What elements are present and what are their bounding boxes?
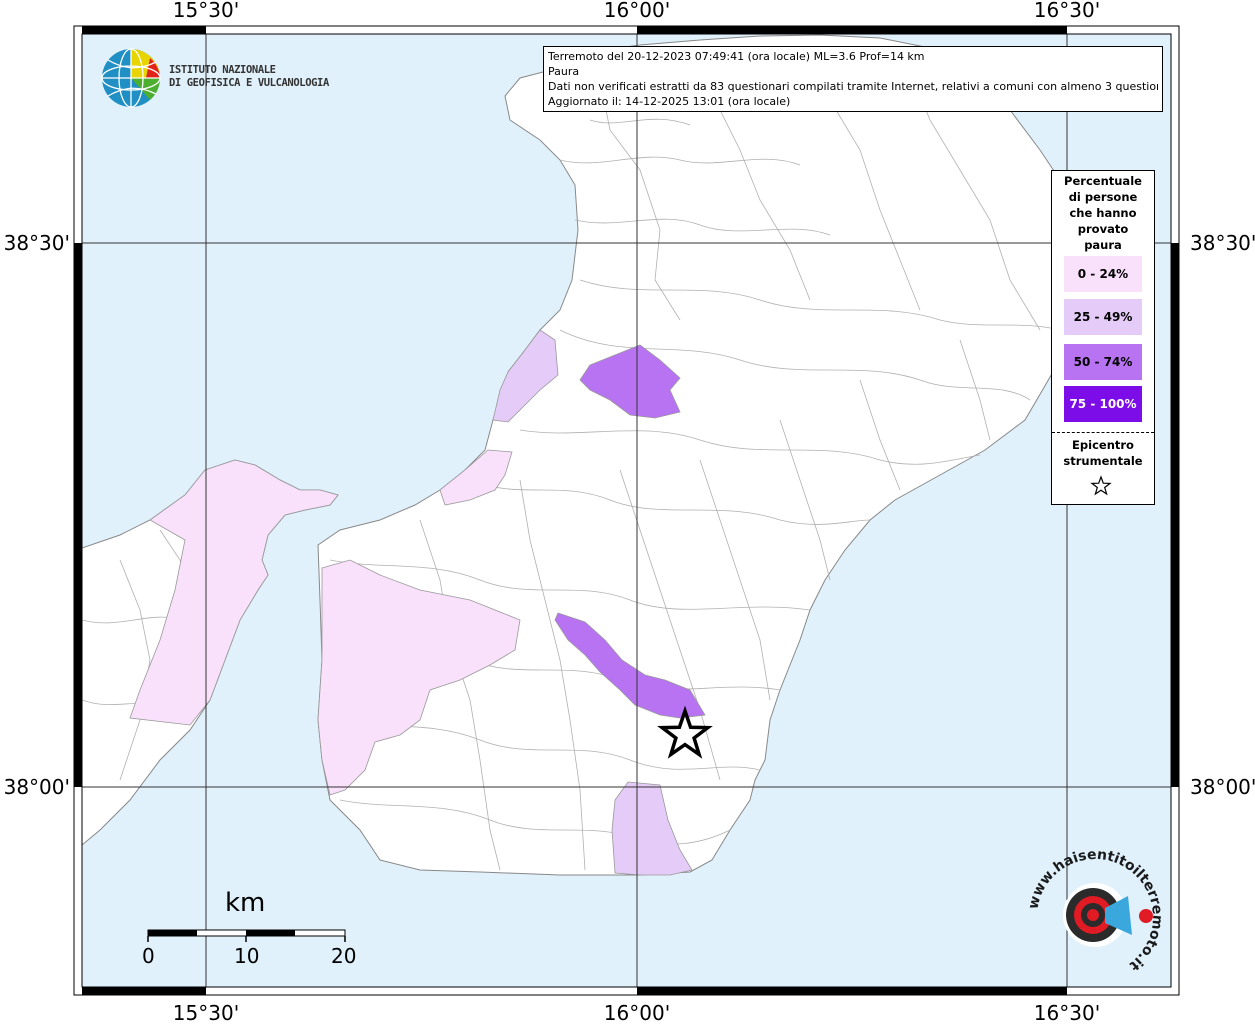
- legend-class-50-74: 50 - 74%: [1064, 344, 1142, 380]
- legend-epicenter-line: Epicentro: [1072, 438, 1134, 452]
- legend-title-line: Percentuale: [1064, 174, 1142, 188]
- lat-label-left-2: 38°00': [4, 775, 70, 799]
- info-line-updated: Aggiornato il: 14-12-2025 13:01 (ora loc…: [548, 95, 791, 108]
- lon-label-top-3: 16°30': [1034, 0, 1100, 22]
- legend-class-25-49: 25 - 49%: [1064, 299, 1142, 335]
- scale-tick-20: 20: [331, 944, 357, 968]
- lat-label-right-2: 38°00': [1190, 775, 1255, 799]
- info-line-source: Dati non verificati estratti da 83 quest…: [548, 80, 1158, 93]
- haisentito-watermark: www.haisentitoilterremoto.it: [1025, 847, 1165, 974]
- scale-tick-0: 0: [142, 944, 155, 968]
- legend-title-line: che hanno: [1069, 206, 1137, 220]
- haisentito-watermark-text: www.haisentitoilterremoto.it: [1025, 847, 1165, 974]
- scale-unit-label: km: [225, 888, 266, 918]
- legend-star-icon: [1090, 475, 1112, 496]
- lon-label-top-1: 15°30': [173, 0, 239, 22]
- legend-class-0-24: 0 - 24%: [1064, 256, 1142, 292]
- legend-epicenter-label: Epicentro strumentale: [1052, 437, 1154, 469]
- lon-label-top-2: 16°00': [604, 0, 670, 22]
- legend: Percentuale di persone che hanno provato…: [1051, 170, 1155, 505]
- lon-label-bottom-3: 16°30': [1034, 1001, 1100, 1024]
- lat-label-right-1: 38°30': [1190, 231, 1255, 255]
- legend-epicenter-line: strumentale: [1063, 454, 1143, 468]
- ingv-logo-line1: ISTITUTO NAZIONALE: [169, 64, 276, 76]
- legend-title-line: di persone: [1068, 190, 1138, 204]
- legend-class-75-100: 75 - 100%: [1064, 386, 1142, 422]
- earthquake-info-box: Terremoto del 20-12-2023 07:49:41 (ora l…: [543, 46, 1163, 112]
- lon-label-bottom-2: 16°00': [604, 1001, 670, 1024]
- lat-label-left-1: 38°30': [4, 231, 70, 255]
- ingv-logo-text: ISTITUTO NAZIONALE DI GEOFISICA E VULCAN…: [169, 64, 329, 90]
- info-line-type: Paura: [548, 65, 580, 78]
- scale-tick-10: 10: [234, 944, 260, 968]
- info-line-event: Terremoto del 20-12-2023 07:49:41 (ora l…: [548, 50, 925, 63]
- legend-title: Percentuale di persone che hanno provato…: [1052, 173, 1154, 253]
- lon-label-bottom-1: 15°30': [173, 1001, 239, 1024]
- legend-separator: [1052, 432, 1154, 433]
- legend-title-line: paura: [1084, 238, 1122, 252]
- ingv-logo-line2: DI GEOFISICA E VULCANOLOGIA: [169, 77, 329, 89]
- legend-title-line: provato: [1077, 222, 1129, 236]
- ingv-logo-icon: [101, 48, 161, 108]
